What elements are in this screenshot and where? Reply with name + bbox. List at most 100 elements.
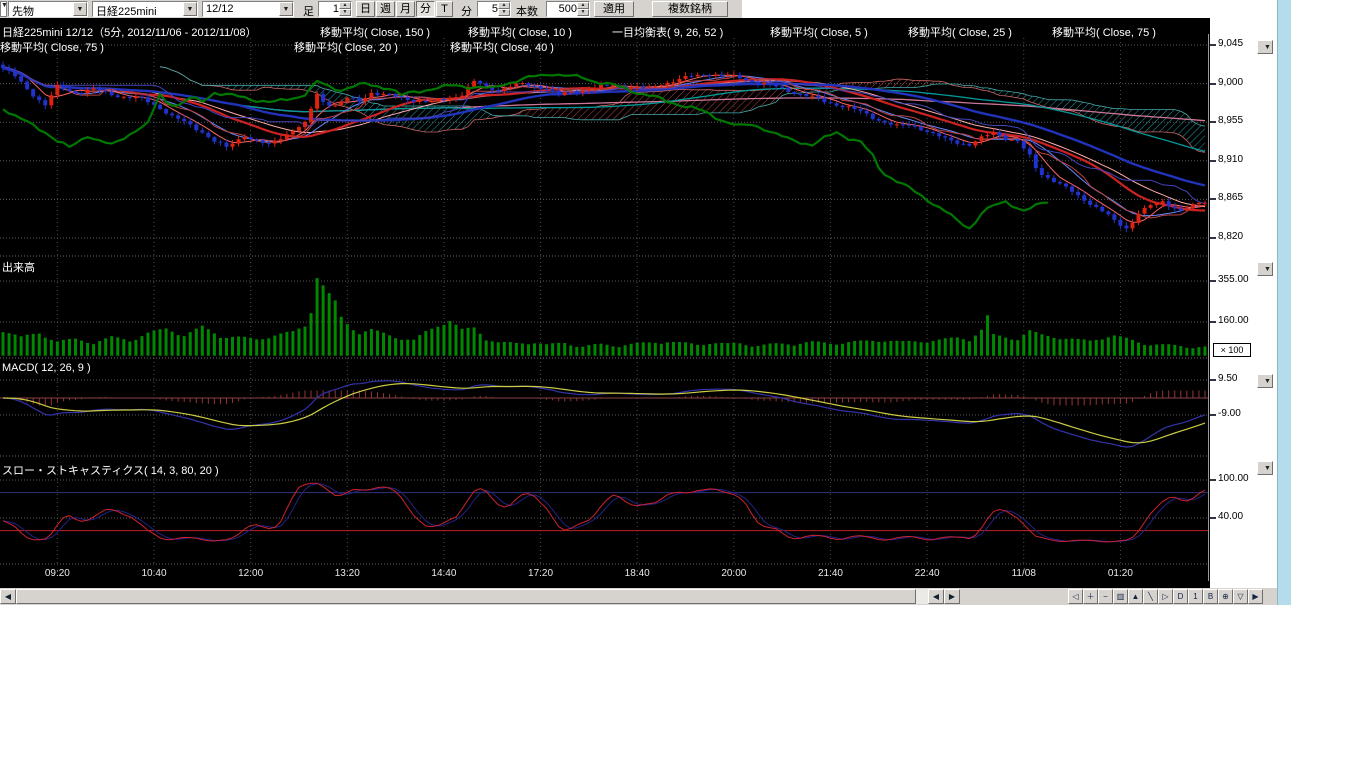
bottom-bar: ◀ ◀ ▶ ◁＋−▥▲╲▷D1B⊕▽▶ [0, 588, 1277, 605]
market-type-select[interactable]: 先物 ▼ [8, 1, 88, 17]
axis-tick [1210, 160, 1216, 162]
period-tick-button[interactable]: T [436, 1, 453, 17]
axis-tick [1210, 414, 1216, 416]
time-axis-label: 22:40 [907, 568, 947, 579]
spinner-up-icon[interactable]: ▲ [577, 2, 589, 9]
time-axis-label: 18:40 [617, 568, 657, 579]
time-axis-label: 13:20 [327, 568, 367, 579]
collapse-button[interactable]: ▽ [1233, 589, 1248, 604]
forward-button[interactable]: ▶ [1248, 589, 1263, 604]
time-axis-label: 11/08 [1004, 568, 1044, 579]
minute-label: 分 [461, 3, 472, 19]
crosshair-button[interactable]: ⊕ [1218, 589, 1233, 604]
time-axis-label: 14:40 [424, 568, 464, 579]
axis-label: 8,910 [1218, 154, 1243, 165]
axis-label: 100.00 [1218, 473, 1249, 484]
period-week-button[interactable]: 週 [376, 1, 395, 17]
panel-menu-button[interactable]: ▼ [1257, 461, 1273, 475]
chevron-down-icon[interactable]: ▼ [183, 2, 197, 16]
macd-panel-title: MACD( 12, 26, 9 ) [2, 362, 91, 374]
scale-up-button[interactable]: ▲ [1128, 589, 1143, 604]
indicator-label-ma5: 移動平均( Close, 5 ) [770, 24, 868, 40]
mode-b-button[interactable]: B [1203, 589, 1218, 604]
indicator-label-ma75: 移動平均( Close, 75 ) [1052, 24, 1156, 40]
price-panel [1, 62, 1207, 233]
axis-label: -9.00 [1218, 408, 1241, 419]
apply-button[interactable]: 適用 [594, 1, 634, 17]
minute-stepper[interactable]: ▲ ▼ [477, 1, 511, 17]
market-type-value: 先物 [12, 3, 34, 19]
axis-tick [1210, 479, 1216, 481]
contract-month-select[interactable]: 12/12 ▼ [202, 1, 294, 17]
axis-tick [1210, 198, 1216, 200]
vertical-scrollbar[interactable] [1277, 0, 1291, 605]
stochastics-panel [0, 483, 1208, 542]
time-axis-label: 10:40 [134, 568, 174, 579]
time-axis-label: 12:00 [231, 568, 271, 579]
symbol-select[interactable]: 日経225mini ▼ [92, 1, 198, 17]
spinner-up-icon[interactable]: ▲ [498, 2, 510, 9]
minute-input[interactable] [479, 2, 499, 15]
axis-label: 8,955 [1218, 115, 1243, 126]
bar-count-stepper[interactable]: ▲ ▼ [546, 1, 590, 17]
time-axis-label: 20:00 [714, 568, 754, 579]
indicator-label-ichimoku: 一目均衡表( 9, 26, 52 ) [612, 24, 723, 40]
panel-menu-button[interactable]: ▼ [1257, 374, 1273, 388]
trend-line-button[interactable]: ╲ [1143, 589, 1158, 604]
bar-count-label: 本数 [516, 3, 538, 19]
spinner-down-icon[interactable]: ▼ [577, 9, 589, 16]
indicator-label-ma10: 移動平均( Close, 10 ) [468, 24, 572, 40]
spinner-down-icon[interactable]: ▼ [498, 9, 510, 16]
multi-symbol-button[interactable]: 複数銘柄 [652, 1, 728, 17]
pan-right-button[interactable]: ▷ [1158, 589, 1173, 604]
axis-tick [1210, 517, 1216, 519]
indicator-label-ma75-b: 移動平均( Close, 75 ) [0, 39, 104, 55]
hscrollbar-left-arrow[interactable]: ◀ [0, 589, 16, 604]
chevron-down-icon[interactable]: ▼ [73, 2, 87, 16]
axis-tick [1210, 280, 1216, 282]
hscrollbar-mid-right-arrow[interactable]: ▶ [944, 589, 960, 604]
mode-d-button[interactable]: D [1173, 589, 1188, 604]
period-minute-button[interactable]: 分 [416, 1, 435, 17]
indicator-label-ma20: 移動平均( Close, 20 ) [294, 39, 398, 55]
period-month-button[interactable]: 月 [396, 1, 415, 17]
panel-menu-button[interactable]: ▼ [1257, 40, 1273, 54]
chart-title: 日経225mini 12/12（5分, 2012/11/06 - 2012/11… [2, 24, 257, 40]
axis-tick [1210, 44, 1216, 46]
interval-stepper[interactable]: ▲ ▼ [318, 1, 352, 17]
volume-panel [2, 278, 1207, 356]
zoom-in-button[interactable]: ＋ [1083, 589, 1098, 604]
spinner-down-icon[interactable]: ▼ [339, 9, 351, 16]
volume-unit-badge: × 100 [1213, 343, 1251, 357]
axis-tick [1210, 379, 1216, 381]
price-axis-gutter: 9,0459,0008,9558,9108,8658,820355.00160.… [1210, 18, 1277, 588]
pan-left-button[interactable]: ◁ [1068, 589, 1083, 604]
axis-tick [1210, 321, 1216, 323]
zoom-out-button[interactable]: − [1098, 589, 1113, 604]
axis-label: 8,820 [1218, 231, 1243, 242]
axis-tick [1210, 83, 1216, 85]
hscrollbar-mid-left-arrow[interactable]: ◀ [928, 589, 944, 604]
period-day-button[interactable]: 日 [356, 1, 375, 17]
time-axis-label: 01:20 [1100, 568, 1140, 579]
indicator-label-ma25: 移動平均( Close, 25 ) [908, 24, 1012, 40]
clipped-dropdown[interactable]: ▼ [0, 1, 7, 17]
bar-style-button[interactable]: ▥ [1113, 589, 1128, 604]
hscrollbar-thumb[interactable] [16, 589, 916, 604]
panel-menu-button[interactable]: ▼ [1257, 262, 1273, 276]
toolbar: ▼ 先物 ▼ 日経225mini ▼ 12/12 ▼ 足 ▲ ▼ 日 週 月 分… [0, 0, 742, 18]
chart-area: 日経225mini 12/12（5分, 2012/11/06 - 2012/11… [0, 18, 1210, 588]
axis-label: 9.50 [1218, 373, 1237, 384]
bar-count-input[interactable] [548, 2, 578, 15]
axis-label: 40.00 [1218, 511, 1243, 522]
interval-input[interactable] [320, 2, 340, 15]
spinner-up-icon[interactable]: ▲ [339, 2, 351, 9]
axis-label: 355.00 [1218, 274, 1249, 285]
indicator-label-ma150: 移動平均( Close, 150 ) [320, 24, 430, 40]
symbol-value: 日経225mini [96, 3, 157, 19]
mode-1-button[interactable]: 1 [1188, 589, 1203, 604]
axis-label: 9,000 [1218, 77, 1243, 88]
chart-canvas[interactable] [0, 18, 1210, 588]
bar-type-label: 足 [303, 3, 314, 19]
chevron-down-icon[interactable]: ▼ [279, 2, 293, 16]
